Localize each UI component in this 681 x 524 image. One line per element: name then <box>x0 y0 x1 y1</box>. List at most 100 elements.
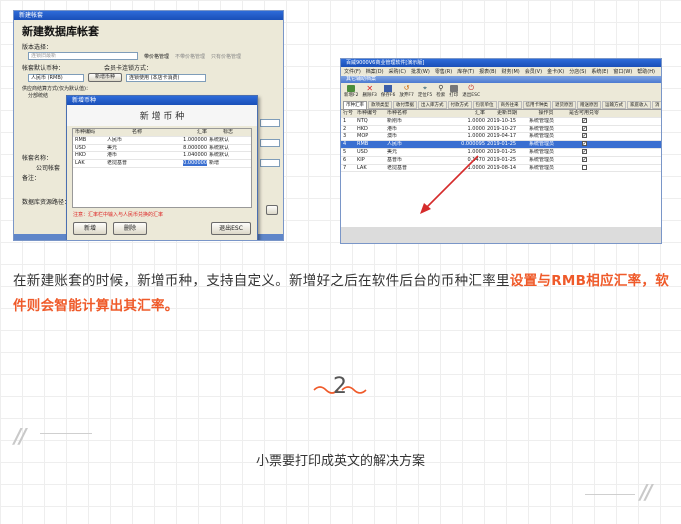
section-title: 小票要打印成英文的解决方案 <box>255 454 425 469</box>
menu-item[interactable]: 分店(S) <box>569 68 586 75</box>
cell-rate: 1.0000 <box>467 133 486 140</box>
menu-item[interactable]: 帮助(H) <box>637 68 655 75</box>
menu-item[interactable]: 会员(V) <box>525 68 542 75</box>
cell-rate: 0.000095 <box>461 141 485 148</box>
currency-row[interactable]: HKD 港币 1.040000 系统默认 <box>73 152 251 161</box>
tab[interactable]: 运输方式 <box>602 101 626 109</box>
menu-item[interactable]: 零售(R) <box>435 68 452 75</box>
toolbar-button[interactable]: ↺ 放弃F7 <box>399 85 414 99</box>
toolbar-button[interactable]: ⏻ 退出ESC <box>462 85 480 99</box>
membership-select[interactable]: 连锁使用 (本店卡消费) <box>126 73 206 82</box>
right-side-field-2[interactable] <box>260 139 280 147</box>
radio-with-price[interactable]: 带价格管理 <box>144 53 169 60</box>
toolbar-button[interactable]: ⌖ 定位F5 <box>418 84 432 99</box>
new-icon <box>347 85 356 92</box>
rate-input-highlight[interactable]: 0.000000 <box>183 160 207 167</box>
cell-usable: ✓ <box>563 133 603 140</box>
rate-row[interactable]: 1 NTQ 新刚币 1.0000 2019-10-15 系统管理员 ✓ <box>341 117 661 126</box>
radio-without-price[interactable]: 不带价格管理 <box>175 53 205 60</box>
menu-item[interactable]: 批发(W) <box>411 68 430 75</box>
usable-checkbox[interactable]: ✓ <box>581 148 587 154</box>
tab[interactable]: 币种汇率 <box>343 101 367 109</box>
cell-rate-editing[interactable]: 0.000000 <box>167 160 207 167</box>
toolbar-button[interactable]: ⚲ 检索 <box>436 85 445 99</box>
cell-date: 2019-10-15 <box>487 117 517 124</box>
col-code: 币种编号 <box>357 110 378 116</box>
rate-row[interactable]: 5 USD 美元 1.0000 2019-01-25 系统管理员 ✓ <box>341 148 661 157</box>
tab[interactable]: 款项类型 <box>368 101 392 109</box>
radio-only-price[interactable]: 只有价格管理 <box>211 53 241 60</box>
add-currency-button[interactable]: 新增 <box>73 222 107 235</box>
tab[interactable]: 退货原因 <box>552 101 576 109</box>
tab[interactable]: 收付票据 <box>393 101 417 109</box>
cell-no: 4 <box>343 141 347 148</box>
menu-item[interactable]: 窗口(W) <box>613 68 632 75</box>
menu-item[interactable]: 财务(M) <box>502 68 520 75</box>
toolbar-label: 删除F3 <box>362 93 377 98</box>
right-side-field-1[interactable] <box>260 119 280 127</box>
tab[interactable]: 家庭收入 <box>627 101 651 109</box>
paragraph-text: 在新建账套的时候，新增币种，支持自定义。新增好之后在软件后台的币种汇率里 <box>13 273 510 289</box>
col-name: 币种名称 <box>387 110 408 116</box>
col-operator: 操作员 <box>538 110 554 116</box>
cell-code: USD <box>357 148 368 155</box>
cell-flag: 系统默认 <box>209 144 230 151</box>
path-browse-button[interactable] <box>266 205 278 215</box>
cell-name: 港币 <box>387 125 398 132</box>
db-path-label: 数据库资源路径： <box>22 199 71 206</box>
rate-row[interactable]: 4 RMB 人民币 0.000095 2019-01-25 系统管理员 ✓ <box>341 141 661 149</box>
usable-checkbox[interactable]: ✓ <box>581 141 587 147</box>
exit-currency-button[interactable]: 退出ESC <box>211 222 251 235</box>
tab[interactable]: 消 <box>652 101 661 109</box>
currency-row[interactable]: USD 美元 8.000000 系统默认 <box>73 144 251 153</box>
section-number-block: 2 <box>300 372 380 402</box>
delete-currency-button[interactable]: 删除 <box>113 222 147 235</box>
new-currency-button[interactable]: 新增币种 <box>88 73 122 82</box>
usable-checkbox[interactable] <box>581 164 587 170</box>
cell-name: 老挝基普 <box>107 160 128 167</box>
rate-row[interactable]: 2 HKD 港币 1.0000 2019-10-27 系统管理员 ✓ <box>341 125 661 134</box>
cell-rate: 1.040000 <box>183 152 207 159</box>
menu-item[interactable]: 金卡(K) <box>547 68 564 75</box>
locate-icon: ⌖ <box>423 84 427 92</box>
cell-op: 系统管理员 <box>529 156 555 163</box>
account-name-label: 帐套名称： <box>22 155 53 162</box>
cell-no: 2 <box>343 125 347 132</box>
usable-checkbox[interactable]: ✓ <box>581 156 587 162</box>
rate-row[interactable]: 7 LAK 老挝基普 1.0000 2019-08-14 系统管理员 <box>341 164 661 173</box>
currency-row[interactable]: LAK 老挝基普 0.000000 新增 <box>73 160 251 168</box>
currency-row[interactable]: RMB 人民币 1.000000 系统默认 <box>73 136 251 145</box>
remark-label: 备注： <box>22 175 41 182</box>
right-toolbar: 新增F2 ✕ 删除F3 保存F6 ↺ 放弃F7 ⌖ 定位F5 ⚲ 检索 打印 ⏻ 退出ES… <box>341 83 661 100</box>
right-window-titlebar: 百威9000V6商业管理软件[演示版] <box>341 59 661 67</box>
menu-item[interactable]: 库存(T) <box>457 68 474 75</box>
tab[interactable]: 商务往来 <box>497 101 522 109</box>
cell-no: 3 <box>343 133 347 140</box>
toolbar-button[interactable]: 打印 <box>449 85 458 98</box>
toolbar-button[interactable]: 新增F2 <box>344 85 358 98</box>
toolbar-button[interactable]: ✕ 删除F3 <box>362 85 377 99</box>
default-currency-select[interactable]: 人民币 (RMB) <box>28 73 84 82</box>
usable-checkbox[interactable]: ✓ <box>581 117 587 123</box>
right-side-field-3[interactable] <box>260 159 280 167</box>
cell-name: 人民币 <box>107 136 123 143</box>
usable-checkbox[interactable]: ✓ <box>581 133 587 139</box>
toolbar-label: 放弃F7 <box>399 93 414 98</box>
tab[interactable]: 信用卡种类 <box>522 101 551 109</box>
rate-row[interactable]: 3 MOP 澳币 1.0000 2019-04-17 系统管理员 ✓ <box>341 133 661 142</box>
toolbar-button[interactable]: 保存F6 <box>381 85 395 98</box>
tab[interactable]: 包装单位 <box>472 101 497 109</box>
menu-item[interactable]: 文件(F) <box>344 68 361 75</box>
cell-usable <box>563 164 603 172</box>
menu-item[interactable]: 报表(B) <box>479 68 496 75</box>
tab[interactable]: 付款方式 <box>447 101 472 109</box>
tab[interactable]: 赠送原因 <box>577 101 601 109</box>
usable-checkbox[interactable]: ✓ <box>581 125 587 131</box>
supplier-label: 供应商结算方式(仅为默认值)： <box>22 86 91 92</box>
menu-item[interactable]: 档案(D) <box>366 68 384 75</box>
menu-item[interactable]: 系统(E) <box>591 68 608 75</box>
rate-row[interactable]: 6 KIP 基普币 0.1470 2019-01-25 系统管理员 ✓ <box>341 156 661 165</box>
menu-item[interactable]: 采购(C) <box>389 68 406 75</box>
tab[interactable]: 出入库方式 <box>418 101 447 109</box>
version-select[interactable]: 连锁旧最新 <box>28 52 138 60</box>
